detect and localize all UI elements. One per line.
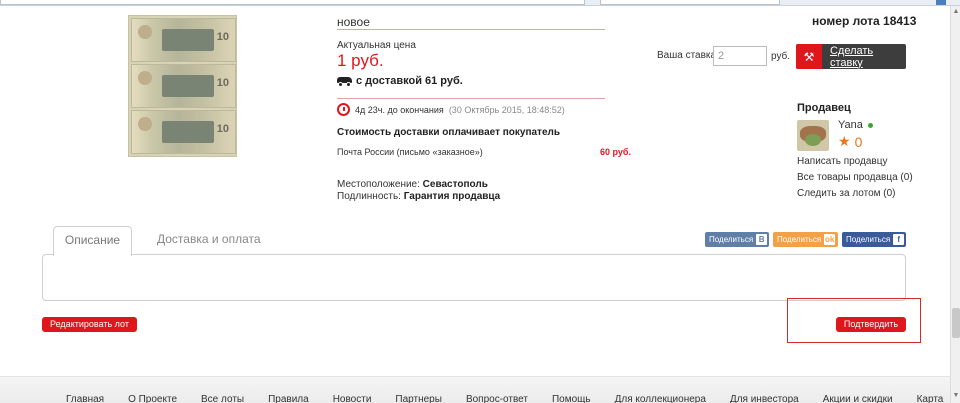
description-panel — [42, 254, 906, 301]
footer-link[interactable]: Новости — [333, 394, 372, 403]
seller-links: Написать продавцу Все товары продавца (0… — [797, 154, 913, 202]
bid-input[interactable] — [713, 46, 767, 66]
location: Местоположение: Севастополь — [337, 179, 488, 190]
shipping-title: Стоимость доставки оплачивает покупатель — [337, 127, 561, 138]
footer-link[interactable]: Партнеры — [395, 394, 442, 403]
banknote-image: 10 — [131, 110, 236, 154]
scroll-thumb[interactable] — [952, 308, 960, 338]
authenticity: Подлинность: Гарантия продавца — [337, 191, 500, 202]
footer-link[interactable]: Для коллекционера — [615, 394, 706, 403]
seller-rating: ★ 0 — [838, 133, 862, 150]
address-bar[interactable] — [0, 0, 585, 5]
divider — [337, 29, 605, 30]
footer-link[interactable]: Правила — [268, 394, 309, 403]
gavel-icon: ⚒ — [796, 44, 822, 69]
time-remaining: 4д 23ч. до окончания — [355, 104, 444, 115]
vk-icon: B — [756, 234, 768, 245]
banknote-image: 10 — [131, 64, 236, 108]
footer-link[interactable]: О Проекте — [128, 394, 177, 403]
location-label: Местоположение: — [337, 179, 420, 190]
seller-title: Продавец — [797, 102, 851, 114]
confirm-button[interactable]: Подтвердить — [836, 317, 906, 332]
banknote-image: 10 — [131, 18, 236, 62]
location-value: Севастополь — [422, 179, 488, 190]
delivery-price-text: с доставкой 61 руб. — [356, 75, 463, 87]
footer-link[interactable]: Вопрос-ответ — [466, 394, 528, 403]
footer-link[interactable]: Все лоты — [201, 394, 244, 403]
authenticity-label: Подлинность: — [337, 191, 401, 202]
share-fb-button[interactable]: Поделиться f — [842, 232, 906, 247]
rating-value: 0 — [854, 133, 863, 150]
authenticity-value: Гарантия продавца — [403, 191, 501, 202]
share-ok-label: Поделиться — [777, 235, 822, 244]
car-icon — [337, 75, 352, 87]
footer-link[interactable]: Помощь — [552, 394, 591, 403]
seller-name[interactable]: Yana — [838, 119, 863, 131]
browser-search-field[interactable] — [600, 0, 780, 5]
watch-lot-link[interactable]: Следить за лотом (0) — [797, 186, 913, 202]
auction-timer: 4д 23ч. до окончания (30 Октябрь 2015, 1… — [337, 103, 565, 116]
odnoklassniki-icon: ok — [824, 234, 836, 245]
divider — [337, 98, 605, 99]
lot-image[interactable]: 10 10 10 — [128, 15, 237, 157]
price-label: Актуальная цена — [337, 40, 416, 51]
end-date: (30 Октябрь 2015, 18:48:52) — [448, 104, 565, 115]
browser-toolbar — [0, 0, 960, 6]
online-status-icon — [868, 123, 873, 128]
share-vk-label: Поделиться — [709, 235, 754, 244]
shipping-method: Почта России (письмо «заказное») — [337, 147, 483, 157]
shipping-cost: 60 руб. — [600, 147, 631, 157]
bid-unit: руб. — [771, 51, 791, 62]
footer-link[interactable]: Главная — [66, 394, 104, 403]
clock-icon — [337, 103, 350, 116]
current-price: 1 руб. — [337, 51, 384, 70]
scroll-up-icon[interactable]: ▲ — [952, 8, 960, 16]
tab-delivery-payment[interactable]: Доставка и оплата — [157, 232, 261, 246]
lot-condition: новое — [337, 15, 370, 29]
edit-lot-button[interactable]: Редактировать лот — [42, 317, 137, 332]
place-bid-button[interactable]: ⚒ Сделать ставку — [796, 44, 906, 69]
seller-avatar[interactable] — [797, 120, 829, 151]
place-bid-label: Сделать ставку — [829, 44, 874, 69]
message-seller-link[interactable]: Написать продавцу — [797, 154, 913, 170]
share-fb-label: Поделиться — [846, 235, 891, 244]
bid-label: Ваша ставка — [657, 50, 717, 61]
footer-link[interactable]: Акции и скидки — [823, 394, 893, 403]
share-ok-button[interactable]: Поделиться ok — [773, 232, 838, 247]
browser-home-icon[interactable] — [936, 0, 946, 5]
footer-link[interactable]: Карта — [917, 394, 944, 403]
share-vk-button[interactable]: Поделиться B — [705, 232, 769, 247]
footer-link[interactable]: Для инвестора — [730, 394, 799, 403]
lot-number: номер лота 18413 — [812, 14, 917, 28]
footer-nav: Главная О Проекте Все лоты Правила Новос… — [66, 394, 960, 403]
tab-description[interactable]: Описание — [53, 226, 132, 256]
facebook-icon: f — [893, 234, 905, 245]
star-icon: ★ — [838, 133, 851, 149]
price-with-delivery: с доставкой 61 руб. — [337, 75, 463, 87]
seller-items-link[interactable]: Все товары продавца (0) — [797, 170, 913, 186]
page-scrollbar[interactable]: ▲ ▼ — [950, 6, 960, 403]
